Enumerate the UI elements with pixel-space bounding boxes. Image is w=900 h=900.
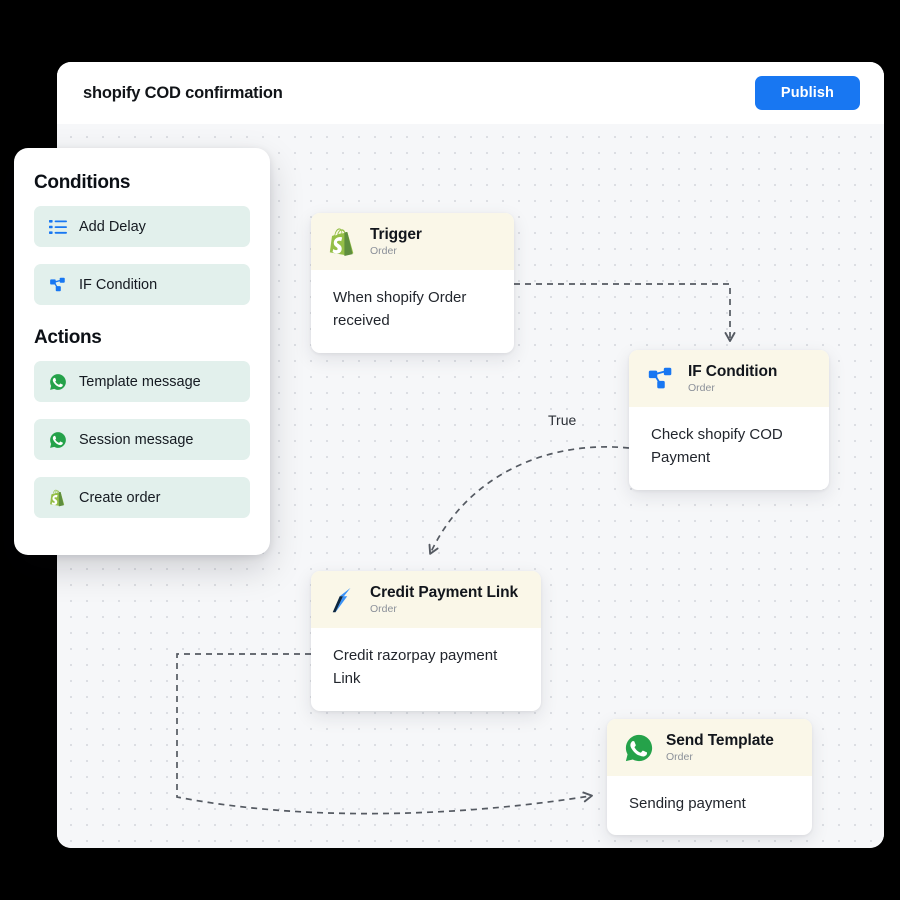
node-head-text: Credit Payment Link Order [370,584,518,615]
sidebar-item-label: Create order [79,489,161,506]
node-title: Credit Payment Link [370,584,518,601]
flow-node-if-condition[interactable]: IF Condition Order Check shopify COD Pay… [629,350,829,490]
node-header: Trigger Order [311,213,514,270]
edge-trigger-to-if [514,283,736,342]
sidebar-item-template-message[interactable]: Template message [34,361,250,402]
publish-button[interactable]: Publish [754,76,860,110]
node-title: IF Condition [688,363,778,380]
node-subtitle: Order [666,751,693,763]
sidebar-item-add-delay[interactable]: Add Delay [34,206,250,247]
node-title: Trigger [370,226,422,243]
sidebar-item-label: IF Condition [79,276,158,293]
titlebar: shopify COD confirmation Publish [57,62,884,124]
node-subtitle: Order [688,382,715,394]
node-title: Send Template [666,732,774,749]
node-subtitle: Order [370,603,397,615]
sidebar-item-if-condition[interactable]: IF Condition [34,264,250,305]
list-icon [49,219,67,234]
whatsapp-icon [50,373,66,390]
actions-heading: Actions [34,327,102,348]
page-title: shopify COD confirmation [83,83,283,102]
sidebar-item-label: Add Delay [79,218,146,235]
sidebar-item-label: Session message [79,431,194,448]
conditions-heading: Conditions [34,172,131,193]
edge-if-to-credit [428,446,630,555]
node-header: Send Template Order [607,719,812,776]
whatsapp-icon [625,734,653,761]
shopify-icon [329,227,354,256]
node-head-text: IF Condition Order [688,363,777,394]
flow-node-trigger[interactable]: Trigger Order When shopify Order receive… [311,213,514,353]
edge-label-true: True [548,412,577,428]
shopify-icon [50,489,65,506]
node-subtitle: Order [370,245,397,257]
razorpay-icon [332,587,351,612]
sidebar-item-session-message[interactable]: Session message [34,419,250,460]
flow-node-send-template[interactable]: Send Template Order Sending payment [607,719,812,836]
branch-icon [648,367,672,388]
node-body: When shopify Order received [333,289,467,330]
sidebar-item-label: Template message [79,373,201,390]
sidebar-item-create-order[interactable]: Create order [34,477,250,518]
node-palette-panel: Conditions Add Delay IF Condition Action… [14,148,270,555]
node-header: Credit Payment Link Order [311,571,541,628]
whatsapp-icon [50,431,66,448]
flow-node-credit-payment-link[interactable]: Credit Payment Link Order Credit razorpa… [311,571,541,711]
node-head-text: Send Template Order [666,732,774,763]
branch-icon [50,277,65,291]
node-body: Credit razorpay payment Link [333,647,498,688]
node-body: Sending payment [629,795,746,812]
node-header: IF Condition Order [629,350,829,407]
node-head-text: Trigger Order [370,226,422,257]
node-body: Check shopify COD Payment [651,426,783,467]
